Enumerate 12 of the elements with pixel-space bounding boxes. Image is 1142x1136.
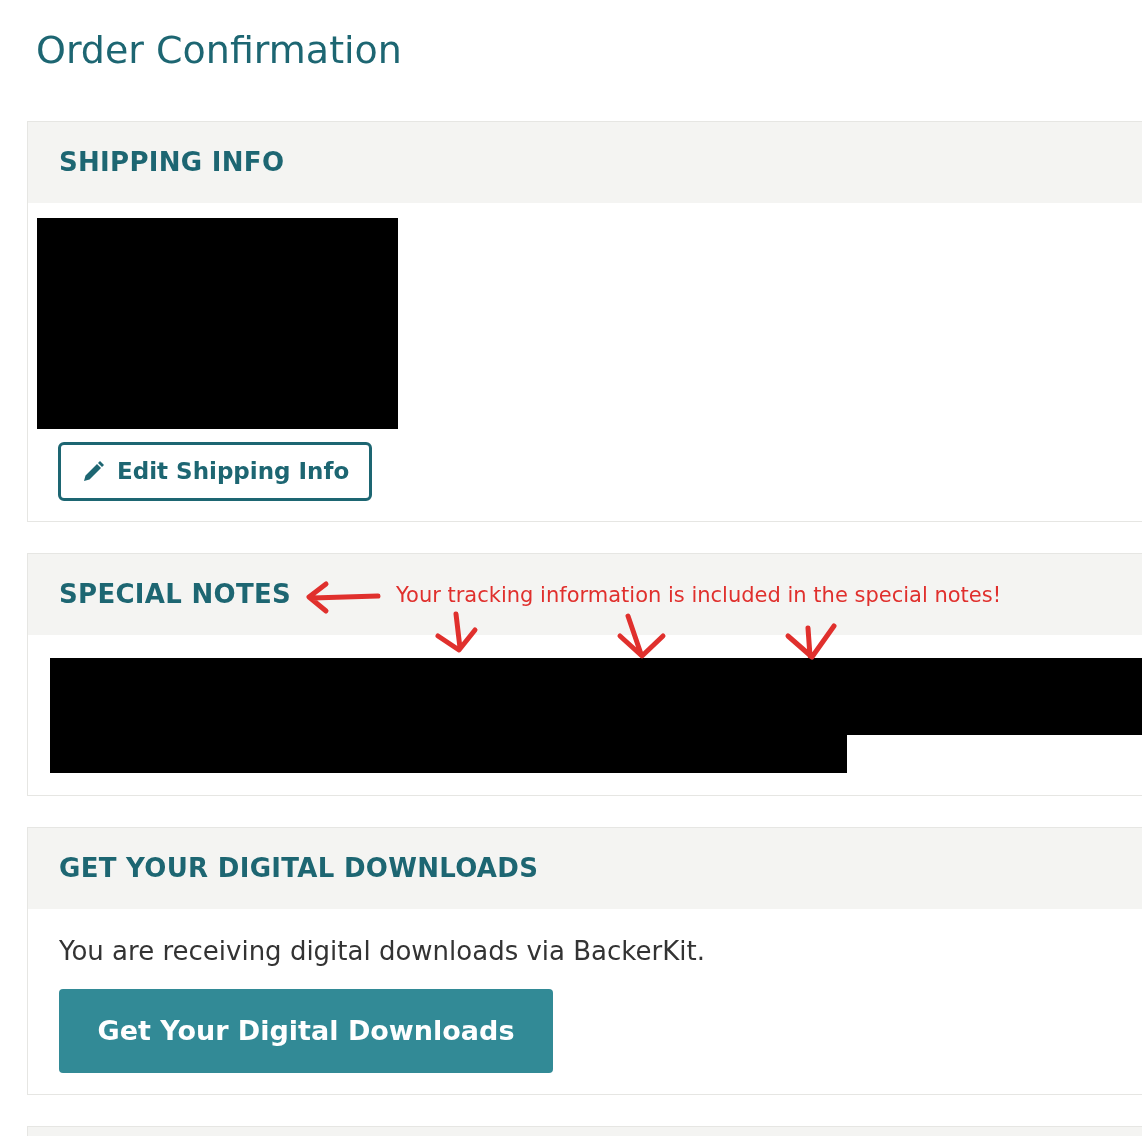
annotation-text: Your tracking information is included in the special notes!: [396, 582, 1002, 609]
section-title: SHIPPING INFO: [59, 146, 285, 179]
arrow-annotation: [785, 623, 837, 660]
arrow-annotation: [435, 611, 478, 653]
pencil-icon: [81, 459, 105, 484]
arrow-annotation: [617, 613, 666, 659]
get-downloads-button[interactable]: Get Your Digital Downloads: [59, 989, 553, 1073]
downloads-description: You are receiving digital downloads via BackerKit.: [59, 935, 706, 968]
edit-shipping-button[interactable]: Edit Shipping Info: [58, 442, 373, 501]
section-title: SPECIAL NOTES: [59, 578, 292, 611]
page-title: Order Confirmation: [35, 27, 403, 74]
section-title: GET YOUR DIGITAL DOWNLOADS: [59, 852, 539, 885]
